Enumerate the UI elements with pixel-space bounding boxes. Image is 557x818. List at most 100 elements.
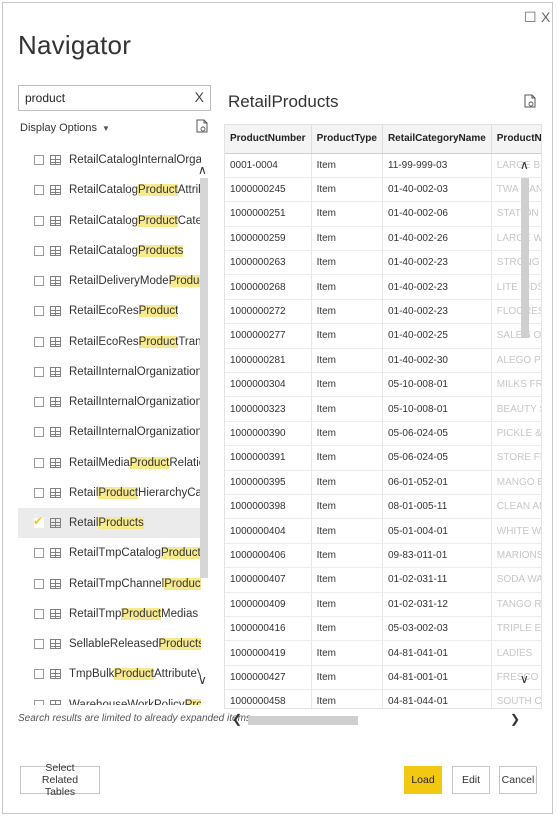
list-item[interactable]: TmpBulkProductAttributeValues — [18, 659, 201, 689]
scroll-left-icon[interactable]: ❮ — [232, 712, 242, 726]
table-cell: Item — [311, 396, 383, 422]
table-cell: Item — [311, 518, 383, 544]
item-checkbox[interactable] — [34, 639, 44, 649]
item-checkbox[interactable] — [34, 578, 44, 589]
table-cell: Item — [311, 665, 383, 691]
list-item-label: RetailCatalogProductAttributeValues — [69, 184, 201, 197]
scroll-down-icon[interactable]: ∨ — [198, 673, 207, 687]
table-row: 1000000323Item05-10-008-01BEAUTY SELECT … — [225, 396, 541, 422]
table-cell: Item — [311, 494, 383, 520]
table-cell: BEAUTY SELECT MILK LORIM — [491, 396, 541, 422]
preview-title: RetailProducts — [228, 92, 339, 111]
table-cell: Item — [311, 543, 383, 569]
label-segment: SellableReleased — [69, 638, 159, 650]
item-checkbox[interactable] — [34, 548, 44, 559]
item-checkbox[interactable] — [34, 276, 44, 286]
list-item[interactable]: RetailCatalogProducts — [18, 236, 201, 266]
item-checkbox[interactable] — [34, 215, 44, 226]
list-item[interactable]: RetailInternalOrganizationProductAttri..… — [18, 357, 201, 387]
item-checkbox[interactable] — [34, 608, 44, 619]
table-row: 1000000458Item04-81-044-01SOUTH CANDY DE… — [225, 689, 541, 708]
table-scroll-up-icon[interactable]: ∧ — [520, 158, 529, 172]
list-scroll-thumb[interactable] — [200, 178, 208, 578]
search-input[interactable] — [23, 88, 183, 108]
list-item-label: RetailInternalOrganizationProductAttri..… — [69, 396, 201, 408]
list-item[interactable]: RetailCatalogProductAttributeValues — [18, 175, 201, 205]
close-icon[interactable]: X — [541, 9, 550, 25]
restore-icon[interactable]: ☐ — [524, 9, 537, 26]
list-item[interactable]: RetailCatalogInternalOrganizationProd... — [18, 145, 201, 175]
list-item[interactable]: RetailTmpProductMedias — [18, 599, 201, 629]
table-cell: ALEGO PLSPORT — [491, 348, 541, 374]
table-icon — [50, 518, 61, 528]
item-checkbox[interactable] — [34, 699, 44, 705]
list-item[interactable]: RetailTmpChannelProductMedias — [18, 569, 201, 599]
item-checkbox[interactable] — [34, 366, 44, 377]
label-segment: RetailTmpChannel — [69, 577, 165, 590]
item-checkbox[interactable] — [34, 185, 44, 196]
refresh-preview-icon[interactable] — [524, 94, 536, 108]
list-item[interactable]: RetailEcoResProductTranslation — [18, 327, 201, 357]
table-hscroll-thumb[interactable] — [248, 716, 358, 725]
search-limit-note: Search results are limited to already ex… — [18, 713, 251, 724]
table-vertical-scrollbar[interactable]: ∧ ∨ — [518, 150, 530, 690]
table-cell: 01-40-002-23 — [382, 274, 492, 300]
refresh-page-icon[interactable] — [196, 119, 208, 133]
table-row: 1000000263Item01-40-002-23STRONG ICE LIK… — [225, 250, 541, 276]
search-box[interactable]: X — [18, 85, 211, 111]
table-icon — [50, 366, 61, 377]
list-item[interactable]: RetailProducts — [18, 508, 201, 538]
clear-search-icon[interactable]: X — [195, 89, 204, 105]
label-segment: RetailTmp — [69, 607, 122, 620]
item-checkbox[interactable] — [34, 336, 44, 347]
item-checkbox[interactable] — [34, 669, 44, 680]
table-cell: 01-40-002-30 — [382, 348, 492, 374]
item-checkbox[interactable] — [34, 306, 44, 317]
list-item[interactable]: RetailInternalOrganizationProductAttri..… — [18, 387, 201, 417]
list-item-label: RetailTmpCatalogProductMedias — [69, 547, 201, 560]
table-icon — [50, 578, 61, 589]
list-item[interactable]: RetailInternalOrganizationProducts — [18, 417, 201, 447]
item-checkbox[interactable] — [34, 457, 44, 468]
list-item[interactable]: RetailEcoResProduct — [18, 296, 201, 326]
load-button[interactable]: Load — [404, 766, 442, 794]
item-checkbox[interactable] — [33, 514, 44, 528]
cancel-button[interactable]: Cancel — [499, 766, 537, 794]
table-horizontal-scrollbar[interactable]: ❮ ❯ — [226, 712, 526, 730]
list-item[interactable]: RetailCatalogProductCategories — [18, 206, 201, 236]
table-cell: 1000000323 — [225, 396, 312, 422]
table-icon — [50, 548, 61, 559]
table-scroll-down-icon[interactable]: ∨ — [520, 672, 529, 686]
column-header[interactable]: ProductType — [311, 125, 383, 154]
table-icon — [50, 215, 61, 226]
table-cell: 1000000281 — [225, 348, 312, 374]
list-item[interactable]: WarehouseWorkPolicyProducts — [18, 690, 201, 705]
list-item[interactable]: RetailTmpCatalogProductMedias — [18, 538, 201, 568]
column-header[interactable]: RetailCategoryName — [382, 125, 492, 154]
label-segment: RetailMedia — [69, 456, 130, 469]
item-checkbox[interactable] — [34, 427, 44, 438]
list-item-label: RetailEcoResProduct — [69, 305, 179, 318]
table-vscroll-thumb[interactable] — [521, 178, 529, 338]
display-options-dropdown[interactable]: Display Options ▼ — [20, 122, 110, 134]
list-item[interactable]: RetailMediaProductRelations — [18, 448, 201, 478]
item-checkbox[interactable] — [34, 397, 44, 407]
label-segment: RetailEcoRes — [69, 305, 139, 318]
list-item[interactable]: SellableReleasedProducts — [18, 629, 201, 659]
item-checkbox[interactable] — [34, 487, 44, 498]
scroll-right-icon[interactable]: ❯ — [510, 712, 520, 726]
list-item[interactable]: RetailDeliveryModeProductLines — [18, 266, 201, 296]
scroll-up-icon[interactable]: ∧ — [198, 163, 207, 177]
column-header[interactable]: ProductNumber — [225, 125, 312, 154]
item-checkbox[interactable] — [34, 245, 44, 256]
table-cell: 1000000245 — [225, 177, 312, 203]
table-cell: 0001-0004 — [225, 153, 312, 178]
item-checkbox[interactable] — [34, 155, 44, 165]
column-header[interactable]: ProductName — [491, 125, 541, 154]
edit-button[interactable]: Edit — [452, 766, 490, 794]
select-related-tables-button[interactable]: Select Related Tables — [20, 762, 100, 798]
list-item[interactable]: RetailProductHierarchyCategories — [18, 478, 201, 508]
table-row: 1000000419 Item 04-81-041-01 LADIES — [225, 640, 541, 666]
list-scrollbar[interactable]: ∧ ∨ — [198, 145, 210, 705]
table-icon — [50, 306, 61, 317]
